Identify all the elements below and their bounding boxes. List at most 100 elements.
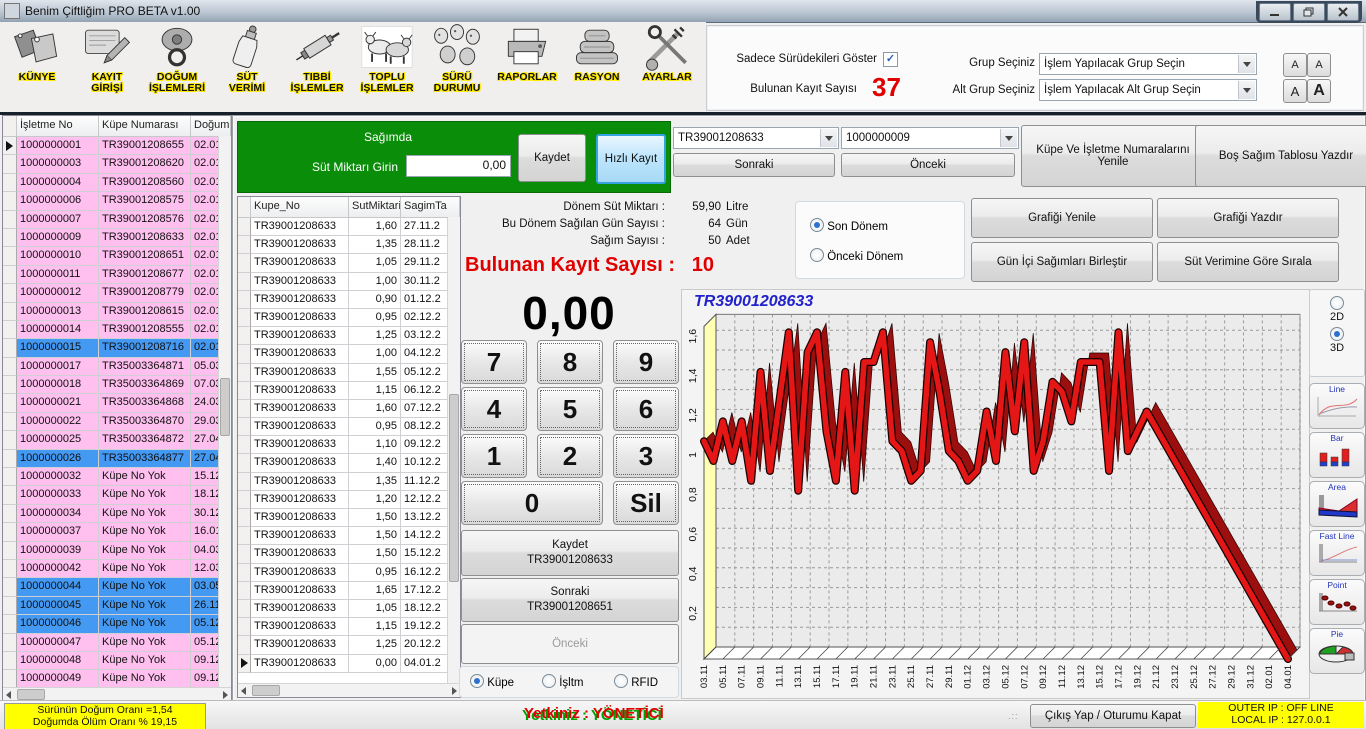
numpad-key-4[interactable]: 4 xyxy=(461,387,527,431)
numpad-prev-button[interactable]: Önceki xyxy=(461,624,679,664)
table-row[interactable]: 1000000006TR3900120857502.01.2 xyxy=(3,192,231,210)
toolbar-item-süt-verimi[interactable]: SÜT VERİMİ xyxy=(214,22,280,94)
font-size-button-3[interactable]: A xyxy=(1283,79,1307,103)
table-row[interactable]: 1000000033Küpe No Yok18.12.2 xyxy=(3,486,231,504)
chart-type-area-button[interactable]: Area xyxy=(1309,481,1365,527)
table-row[interactable]: 1000000001TR3900120865502.01.2 xyxy=(3,137,231,155)
subgroup-combo-arrow[interactable] xyxy=(1238,81,1255,99)
minimize-button[interactable] xyxy=(1259,3,1291,21)
table-row[interactable]: 1000000042Küpe No Yok12.03.2 xyxy=(3,560,231,578)
table-row[interactable]: TR390012086331,0030.11.2 xyxy=(238,273,460,291)
table-row[interactable]: 1000000009TR3900120863302.01.2 xyxy=(3,229,231,247)
font-size-button-1[interactable]: A xyxy=(1283,53,1307,77)
chart-type-point-button[interactable]: Point xyxy=(1309,579,1365,625)
show-only-herd-checkbox[interactable]: ✓ xyxy=(883,52,898,67)
table-row[interactable]: TR390012086331,5505.12.2 xyxy=(238,364,460,382)
table-row[interactable]: 1000000039Küpe No Yok04.03.2 xyxy=(3,542,231,560)
restore-button[interactable] xyxy=(1293,3,1325,21)
table-row[interactable]: 1000000047Küpe No Yok05.12.2 xyxy=(3,634,231,652)
farm-combo-arrow[interactable] xyxy=(1000,129,1017,147)
merge-daily-button[interactable]: Gün İçi Sağımları Birleştir xyxy=(971,242,1153,282)
sort-by-yield-button[interactable]: Süt Verimine Göre Sırala xyxy=(1157,242,1339,282)
numpad-key-1[interactable]: 1 xyxy=(461,434,527,478)
numpad-key-6[interactable]: 6 xyxy=(613,387,679,431)
numpad-key-5[interactable]: 5 xyxy=(537,387,603,431)
table-row[interactable]: TR390012086331,1519.12.2 xyxy=(238,618,460,636)
table-row[interactable]: TR390012086331,6517.12.2 xyxy=(238,582,460,600)
table-row[interactable]: 1000000044Küpe No Yok03.05.2 xyxy=(3,578,231,596)
table-row[interactable]: TR390012086330,9001.12.2 xyxy=(238,291,460,309)
numpad-key-7[interactable]: 7 xyxy=(461,340,527,384)
table-row[interactable]: TR390012086331,3511.12.2 xyxy=(238,473,460,491)
font-size-button-4[interactable]: A xyxy=(1307,79,1331,103)
table-row[interactable]: TR390012086331,4010.12.2 xyxy=(238,454,460,472)
table-row[interactable]: TR390012086331,2503.12.2 xyxy=(238,327,460,345)
table-row[interactable]: TR390012086331,0529.11.2 xyxy=(238,254,460,272)
table-row[interactable]: 1000000014TR3900120855502.01.2 xyxy=(3,321,231,339)
toolbar-item-rasyon[interactable]: RASYON xyxy=(564,22,630,83)
group-combo[interactable]: İşlem Yapılacak Grup Seçin xyxy=(1039,53,1257,75)
subgroup-combo[interactable]: İşlem Yapılacak Alt Grup Seçin xyxy=(1039,79,1257,101)
table-row[interactable]: 1000000037Küpe No Yok16.01.2 xyxy=(3,523,231,541)
table-row[interactable]: TR390012086331,0004.12.2 xyxy=(238,345,460,363)
table-row[interactable]: TR390012086331,2012.12.2 xyxy=(238,491,460,509)
table-row[interactable]: 1000000007TR3900120857602.01.2 xyxy=(3,211,231,229)
print-chart-button[interactable]: Grafiği Yazdır xyxy=(1157,198,1339,238)
mode-radio-rfid[interactable]: RFID xyxy=(614,674,658,689)
table-row[interactable]: TR390012086331,3528.11.2 xyxy=(238,236,460,254)
table-row[interactable]: 1000000012TR3900120877902.01.2 xyxy=(3,284,231,302)
close-button[interactable] xyxy=(1327,3,1359,21)
period-current-radio[interactable]: Son Dönem xyxy=(810,218,888,233)
refresh-chart-button[interactable]: Grafiği Yenile xyxy=(971,198,1153,238)
save-button[interactable]: Kaydet xyxy=(518,134,586,182)
numpad-next-button[interactable]: SonrakiTR39001208651 xyxy=(461,578,679,622)
table-row[interactable]: TR390012086331,5013.12.2 xyxy=(238,509,460,527)
table-row[interactable]: 1000000004TR3900120856002.01.2 xyxy=(3,174,231,192)
horizontal-scrollbar[interactable] xyxy=(3,687,231,701)
numpad-key-0[interactable]: 0 xyxy=(461,481,603,525)
mode-radio-küpe[interactable]: Küpe xyxy=(470,674,514,689)
toolbar-item-raporlar[interactable]: RAPORLAR xyxy=(494,22,560,83)
quick-save-button[interactable]: Hızlı Kayıt xyxy=(596,134,666,184)
group-combo-arrow[interactable] xyxy=(1238,55,1255,73)
vertical-scrollbar[interactable] xyxy=(218,136,231,687)
table-row[interactable]: 1000000015TR3900120871602.01.2 xyxy=(3,339,231,357)
mode-radio-i̇şltm[interactable]: İşltm xyxy=(542,674,583,689)
table-row[interactable]: 1000000003TR3900120862002.01.2 xyxy=(3,155,231,173)
table-row[interactable]: TR390012086331,2520.12.2 xyxy=(238,636,460,654)
prev-animal-button[interactable]: Önceki xyxy=(841,153,1015,177)
table-row[interactable]: 1000000049Küpe No Yok09.12.2 xyxy=(3,670,231,688)
toolbar-item-sürü-durumu[interactable]: SÜRÜ DURUMU xyxy=(424,22,490,94)
table-row[interactable]: TR390012086330,0004.01.2 xyxy=(238,655,460,673)
table-row[interactable]: 1000000011TR3900120867702.01.2 xyxy=(3,266,231,284)
table-row[interactable]: 1000000025TR3500336487227.04.2 xyxy=(3,431,231,449)
period-previous-radio[interactable]: Önceki Dönem xyxy=(810,248,903,263)
table-row[interactable]: 1000000048Küpe No Yok09.12.2 xyxy=(3,652,231,670)
numpad-key-8[interactable]: 8 xyxy=(537,340,603,384)
table-row[interactable]: TR390012086330,9502.12.2 xyxy=(238,309,460,327)
next-animal-button[interactable]: Sonraki xyxy=(673,153,835,177)
table-row[interactable]: TR390012086331,6027.11.2 xyxy=(238,218,460,236)
table-row[interactable]: 1000000034Küpe No Yok30.12.2 xyxy=(3,505,231,523)
toolbar-item-kayit-girişi[interactable]: KAYIT GİRİŞİ xyxy=(74,22,140,94)
logout-button[interactable]: Çıkış Yap / Oturumu Kapat xyxy=(1030,704,1196,728)
tag-combo[interactable]: TR39001208633 xyxy=(673,127,839,149)
table-row[interactable]: 1000000017TR3500336487105.03.2 xyxy=(3,358,231,376)
farm-combo[interactable]: 1000000009 xyxy=(841,127,1019,149)
toolbar-item-toplu-işlemler[interactable]: TOPLU İŞLEMLER xyxy=(354,22,420,94)
table-row[interactable]: 1000000046Küpe No Yok05.12.2 xyxy=(3,615,231,633)
numpad-key-3[interactable]: 3 xyxy=(613,434,679,478)
dim-2d-radio[interactable]: 2D xyxy=(1310,296,1364,323)
horizontal-scrollbar[interactable] xyxy=(238,683,460,697)
numpad-save-button[interactable]: KaydetTR39001208633 xyxy=(461,530,679,576)
chart-type-fast-line-button[interactable]: Fast Line xyxy=(1309,530,1365,576)
table-row[interactable]: TR390012086331,1506.12.2 xyxy=(238,382,460,400)
table-row[interactable]: TR390012086331,6007.12.2 xyxy=(238,400,460,418)
table-row[interactable]: 1000000013TR3900120861502.01.2 xyxy=(3,303,231,321)
table-row[interactable]: 1000000032Küpe No Yok15.12.2 xyxy=(3,468,231,486)
refresh-numbers-button[interactable]: Küpe Ve İşletme Numaralarını Yenile xyxy=(1021,125,1205,187)
tag-combo-arrow[interactable] xyxy=(820,129,837,147)
table-row[interactable]: TR390012086330,9508.12.2 xyxy=(238,418,460,436)
table-row[interactable]: 1000000010TR3900120865102.01.2 xyxy=(3,247,231,265)
table-row[interactable]: 1000000026TR3500336487727.04.2 xyxy=(3,450,231,468)
